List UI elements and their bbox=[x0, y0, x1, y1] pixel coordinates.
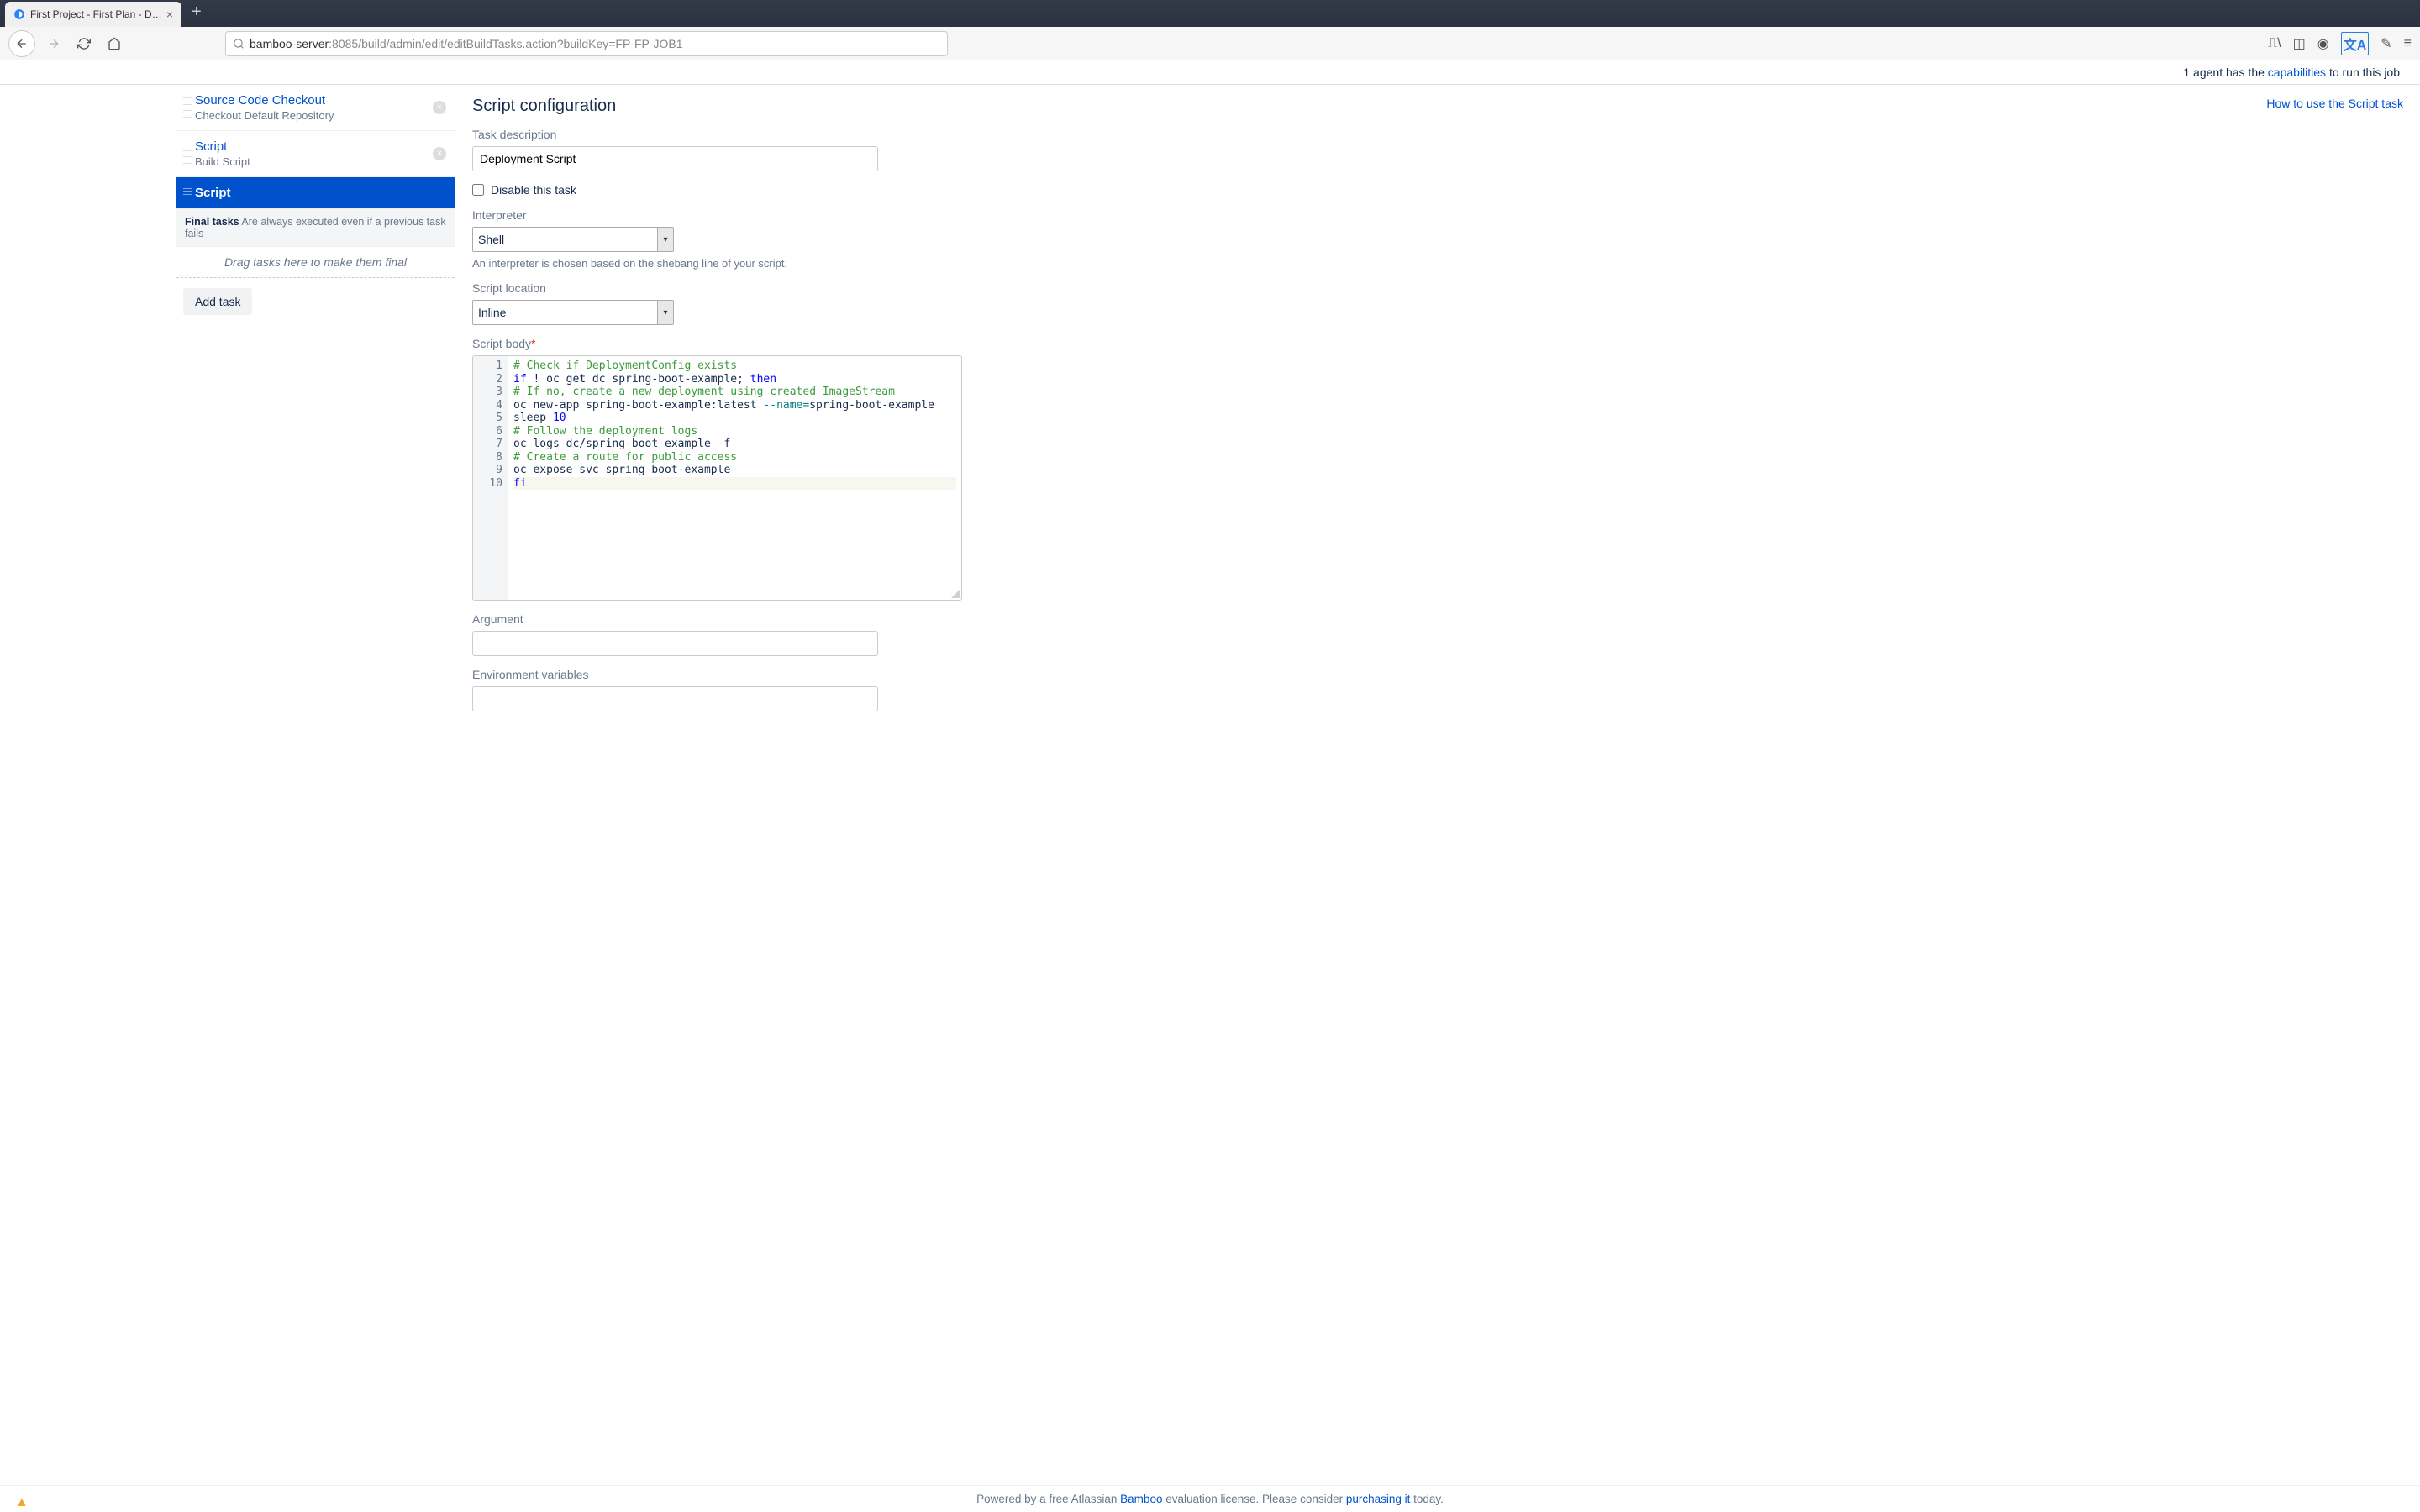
delete-task-icon[interactable]: × bbox=[433, 101, 446, 114]
bamboo-link[interactable]: Bamboo bbox=[1120, 1493, 1162, 1505]
script-body-editor[interactable]: 12345678910 # Check if DeploymentConfig … bbox=[472, 355, 962, 601]
drag-handle-icon[interactable] bbox=[183, 187, 192, 198]
task-title: Source Code Checkout bbox=[195, 93, 443, 108]
code-lines[interactable]: # Check if DeploymentConfig existsif ! o… bbox=[508, 356, 961, 600]
agent-notice-suffix: to run this job bbox=[2326, 66, 2400, 79]
script-location-value: Inline bbox=[478, 306, 506, 319]
task-subtitle: Build Script bbox=[195, 155, 443, 168]
browser-tab[interactable]: First Project - First Plan - Defau × bbox=[5, 2, 182, 27]
footer-text: today. bbox=[1410, 1493, 1444, 1505]
translate-icon[interactable]: 文A bbox=[2341, 32, 2370, 55]
task-description-label: Task description bbox=[472, 128, 2403, 141]
disable-task-label: Disable this task bbox=[491, 183, 576, 197]
footer-text: evaluation license. Please consider bbox=[1162, 1493, 1345, 1505]
arrow-left-icon bbox=[15, 37, 29, 50]
drag-handle-icon[interactable] bbox=[183, 141, 192, 166]
task-item-script-selected[interactable]: Script bbox=[176, 177, 455, 209]
home-button[interactable] bbox=[103, 32, 126, 55]
argument-input[interactable] bbox=[472, 631, 878, 656]
url-path: :8085/build/admin/edit/editBuildTasks.ac… bbox=[329, 37, 682, 50]
task-title: Script bbox=[195, 139, 443, 154]
interpreter-hint: An interpreter is chosen based on the sh… bbox=[472, 257, 2403, 270]
footer-text: Powered by a free Atlassian bbox=[976, 1493, 1120, 1505]
left-gutter bbox=[0, 85, 176, 740]
agent-notice-prefix: 1 agent has the bbox=[2183, 66, 2267, 79]
drag-handle-icon[interactable] bbox=[183, 95, 192, 120]
script-config-panel: Script configuration How to use the Scri… bbox=[455, 85, 2420, 740]
resize-handle-icon[interactable] bbox=[951, 590, 960, 598]
help-link[interactable]: How to use the Script task bbox=[2266, 97, 2403, 110]
close-tab-icon[interactable]: × bbox=[166, 8, 173, 21]
browser-toolbar: bamboo-server:8085/build/admin/edit/edit… bbox=[0, 27, 2420, 60]
reload-button[interactable] bbox=[72, 32, 96, 55]
main-layout: Source Code Checkout Checkout Default Re… bbox=[0, 85, 2420, 740]
back-button[interactable] bbox=[8, 30, 35, 57]
menu-icon[interactable]: ≡ bbox=[2404, 36, 2412, 51]
capabilities-link[interactable]: capabilities bbox=[2268, 66, 2326, 79]
arrow-right-icon bbox=[47, 37, 60, 50]
script-location-label: Script location bbox=[472, 281, 2403, 295]
new-tab-button[interactable]: + bbox=[192, 3, 202, 22]
task-description-input[interactable] bbox=[472, 146, 878, 171]
url-host: bamboo-server bbox=[250, 37, 329, 50]
interpreter-value: Shell bbox=[478, 233, 504, 246]
script-location-select[interactable]: Inline bbox=[472, 300, 674, 325]
footer: ▲ Powered by a free Atlassian Bamboo eva… bbox=[0, 1485, 2420, 1512]
task-title: Script bbox=[195, 186, 443, 200]
account-icon[interactable]: ◉ bbox=[2317, 35, 2329, 52]
agent-notice: 1 agent has the capabilities to run this… bbox=[0, 60, 2420, 85]
browser-tab-strip: First Project - First Plan - Defau × + bbox=[0, 0, 2420, 27]
bamboo-favicon bbox=[13, 8, 25, 20]
task-item-source-checkout[interactable]: Source Code Checkout Checkout Default Re… bbox=[176, 85, 455, 131]
search-icon bbox=[233, 38, 245, 50]
final-tasks-dropzone[interactable]: Drag tasks here to make them final bbox=[176, 247, 455, 278]
content: Source Code Checkout Checkout Default Re… bbox=[176, 85, 2420, 740]
script-body-label: Script body* bbox=[472, 337, 2403, 350]
config-heading: Script configuration bbox=[472, 97, 616, 116]
interpreter-label: Interpreter bbox=[472, 208, 2403, 222]
disable-task-checkbox[interactable] bbox=[472, 184, 484, 196]
final-tasks-header: Final tasks Are always executed even if … bbox=[176, 209, 455, 247]
task-list: Source Code Checkout Checkout Default Re… bbox=[176, 85, 455, 740]
toolbar-right: ⎍\ ◫ ◉ 文A ✎ ≡ bbox=[2268, 32, 2412, 55]
delete-task-icon[interactable]: × bbox=[433, 147, 446, 160]
warning-icon: ▲ bbox=[15, 1495, 29, 1510]
purchase-link[interactable]: purchasing it bbox=[1346, 1493, 1411, 1505]
final-tasks-label: Final tasks bbox=[185, 216, 239, 228]
evernote-icon[interactable]: ✎ bbox=[2381, 35, 2391, 52]
url-bar[interactable]: bamboo-server:8085/build/admin/edit/edit… bbox=[225, 31, 948, 56]
forward-button[interactable] bbox=[42, 32, 66, 55]
interpreter-select[interactable]: Shell bbox=[472, 227, 674, 252]
add-task-button[interactable]: Add task bbox=[183, 288, 252, 315]
page: 1 agent has the capabilities to run this… bbox=[0, 60, 2420, 740]
library-icon[interactable]: ⎍\ bbox=[2268, 36, 2281, 51]
env-vars-input[interactable] bbox=[472, 686, 878, 711]
line-number-gutter: 12345678910 bbox=[473, 356, 508, 600]
reload-icon bbox=[77, 37, 91, 50]
task-subtitle: Checkout Default Repository bbox=[195, 109, 443, 122]
home-icon bbox=[108, 37, 121, 50]
sidebar-icon[interactable]: ◫ bbox=[2293, 35, 2306, 52]
task-item-build-script[interactable]: Script Build Script × bbox=[176, 131, 455, 177]
browser-tab-title: First Project - First Plan - Defau bbox=[30, 8, 163, 20]
argument-label: Argument bbox=[472, 612, 2403, 626]
env-vars-label: Environment variables bbox=[472, 668, 2403, 681]
